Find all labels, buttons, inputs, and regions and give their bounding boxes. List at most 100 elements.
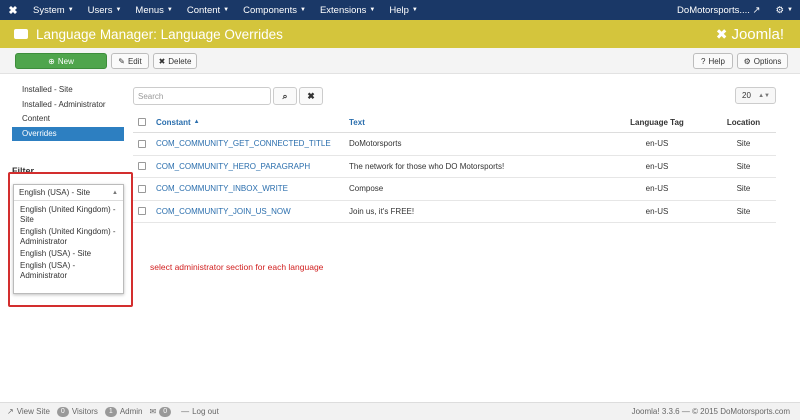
menu-content-label: Content (186, 4, 221, 16)
menu-system[interactable]: System ▼ (26, 0, 81, 20)
language-tag: en-US (645, 161, 669, 171)
menu-extensions[interactable]: Extensions ▼ (313, 0, 382, 20)
sidebar-item-installed-site[interactable]: Installed - Site (12, 83, 124, 98)
override-text: Compose (349, 184, 384, 194)
menu-menus-label: Menus (135, 4, 164, 16)
table-row: COM_COMMUNITY_GET_CONNECTED_TITLE DoMoto… (133, 133, 776, 156)
menu-extensions-label: Extensions (319, 4, 367, 16)
location: Site (736, 161, 751, 171)
messages-status[interactable]: ✉ 0 (149, 406, 175, 417)
visitors-status: 0 Visitors (56, 406, 98, 417)
user-menu[interactable]: ⚙ ▼ (769, 0, 800, 20)
chevron-up-down-icon: ▲▼ (758, 92, 770, 99)
top-navbar: ✖ System ▼ Users ▼ Menus ▼ Content ▼ Compone… (0, 0, 800, 20)
search-button[interactable]: ⌕ (273, 87, 297, 105)
language-tag: en-US (645, 139, 669, 149)
constant-link[interactable]: COM_COMMUNITY_INBOX_WRITE (156, 178, 346, 200)
brand-text: Joomla! (731, 25, 784, 43)
new-button[interactable]: ⊕ New (15, 53, 107, 69)
joomla-brand: ✖ Joomla! (716, 26, 784, 43)
chevron-down-icon: ▼ (223, 7, 230, 13)
sidebar-item-overrides[interactable]: Overrides (12, 126, 124, 141)
constant-link[interactable]: COM_COMMUNITY_HERO_PARAGRAPH (156, 156, 346, 178)
admin-status: 1 Admin (104, 406, 143, 417)
envelope-icon: ✉ (149, 407, 157, 416)
search-input[interactable]: Search (133, 87, 271, 105)
table-row: COM_COMMUNITY_HERO_PARAGRAPH The network… (133, 156, 776, 178)
clear-search-button[interactable]: ✖ (299, 87, 323, 105)
row-checkbox[interactable] (138, 207, 146, 216)
help-button[interactable]: ? Help (693, 53, 733, 69)
minus-icon: — (181, 407, 190, 416)
select-all-checkbox[interactable] (138, 118, 146, 126)
constant-link[interactable]: COM_COMMUNITY_JOIN_US_NOW (156, 201, 346, 223)
plus-icon: ⊕ (48, 56, 55, 66)
status-footer: ↗ View Site 0 Visitors 1 Admin ✉ 0 — Log out … (0, 402, 800, 420)
row-checkbox[interactable] (138, 184, 146, 193)
copyright: Joomla! 3.3.6 — © 2015 DoMotorsports.com (631, 407, 790, 416)
menu-components-label: Components (243, 4, 297, 16)
options-button[interactable]: ⚙ Options (737, 53, 788, 69)
admin-label: Admin (119, 407, 143, 416)
override-text: The network for those who DO Motorsports… (349, 161, 505, 171)
annotation-note: select administrator section for each la… (150, 262, 324, 272)
toolbar: ⊕ New ✎ Edit ✖ Delete ? Help ⚙ Options (0, 48, 800, 74)
column-constant-label: Constant (156, 117, 191, 127)
row-checkbox[interactable] (138, 162, 146, 171)
gear-icon: ⚙ (743, 56, 751, 66)
language-tag: en-US (645, 206, 669, 216)
chevron-down-icon: ▼ (166, 7, 173, 13)
comment-icon (14, 29, 28, 39)
chevron-down-icon: ▼ (67, 7, 74, 13)
joomla-logo-icon[interactable]: ✖ (0, 0, 26, 20)
edit-icon: ✎ (118, 56, 125, 66)
logout-link[interactable]: — Log out (181, 407, 219, 416)
column-language-tag: Language Tag (630, 117, 684, 127)
location: Site (736, 184, 751, 194)
column-constant[interactable]: Constant ▲ (156, 112, 346, 132)
override-text: DoMotorsports (349, 139, 402, 149)
delete-button[interactable]: ✖ Delete (153, 53, 197, 69)
chevron-down-icon: ▼ (787, 7, 793, 13)
site-name: DoMotorsports.... (677, 4, 750, 16)
delete-button-label: Delete (168, 56, 192, 66)
chevron-down-icon: ▼ (299, 7, 306, 13)
page-title: Language Manager: Language Overrides (36, 26, 283, 42)
menu-help[interactable]: Help ▼ (382, 0, 425, 20)
overrides-table: Constant ▲ Text Language Tag Location COM… (133, 112, 776, 223)
chevron-down-icon: ▼ (369, 7, 376, 13)
visitors-count-badge: 0 (56, 406, 69, 417)
gear-icon: ⚙ (775, 4, 785, 16)
close-icon: ✖ (158, 56, 166, 66)
menu-users[interactable]: Users ▼ (81, 0, 129, 20)
column-text[interactable]: Text (349, 112, 599, 132)
logout-label: Log out (192, 407, 219, 416)
question-icon: ? (701, 56, 706, 66)
language-tag: en-US (645, 184, 669, 194)
help-button-label: Help (708, 56, 725, 66)
sidebar-item-content[interactable]: Content (12, 112, 124, 127)
row-checkbox[interactable] (138, 139, 146, 148)
chevron-down-icon: ▼ (115, 7, 122, 13)
menu-menus[interactable]: Menus ▼ (128, 0, 179, 20)
constant-link[interactable]: COM_COMMUNITY_GET_CONNECTED_TITLE (156, 133, 346, 155)
annotation-highlight-box (8, 172, 133, 307)
external-link-icon: ↗ (7, 407, 14, 416)
messages-count-badge: 0 (159, 406, 172, 417)
table-row: COM_COMMUNITY_JOIN_US_NOW Join us, it's … (133, 201, 776, 223)
menu-content[interactable]: Content ▼ (180, 0, 236, 20)
view-site-link[interactable]: ↗ View Site (7, 407, 50, 416)
edit-button[interactable]: ✎ Edit (111, 53, 149, 69)
list-limit-value: 20 (742, 91, 751, 100)
view-site-label: View Site (16, 407, 50, 416)
edit-button-label: Edit (127, 56, 142, 66)
joomla-logo-icon: ✖ (715, 25, 728, 42)
sidebar-item-installed-administrator[interactable]: Installed - Administrator (12, 98, 124, 113)
table-header: Constant ▲ Text Language Tag Location (133, 112, 776, 133)
override-text: Join us, it's FREE! (349, 206, 415, 216)
menu-components[interactable]: Components ▼ (236, 0, 313, 20)
visitors-label: Visitors (71, 407, 98, 416)
list-limit-select[interactable]: 20 ▲▼ (735, 87, 776, 104)
external-link-icon: ↗ (752, 4, 761, 16)
site-link[interactable]: DoMotorsports.... ↗ (669, 5, 768, 16)
